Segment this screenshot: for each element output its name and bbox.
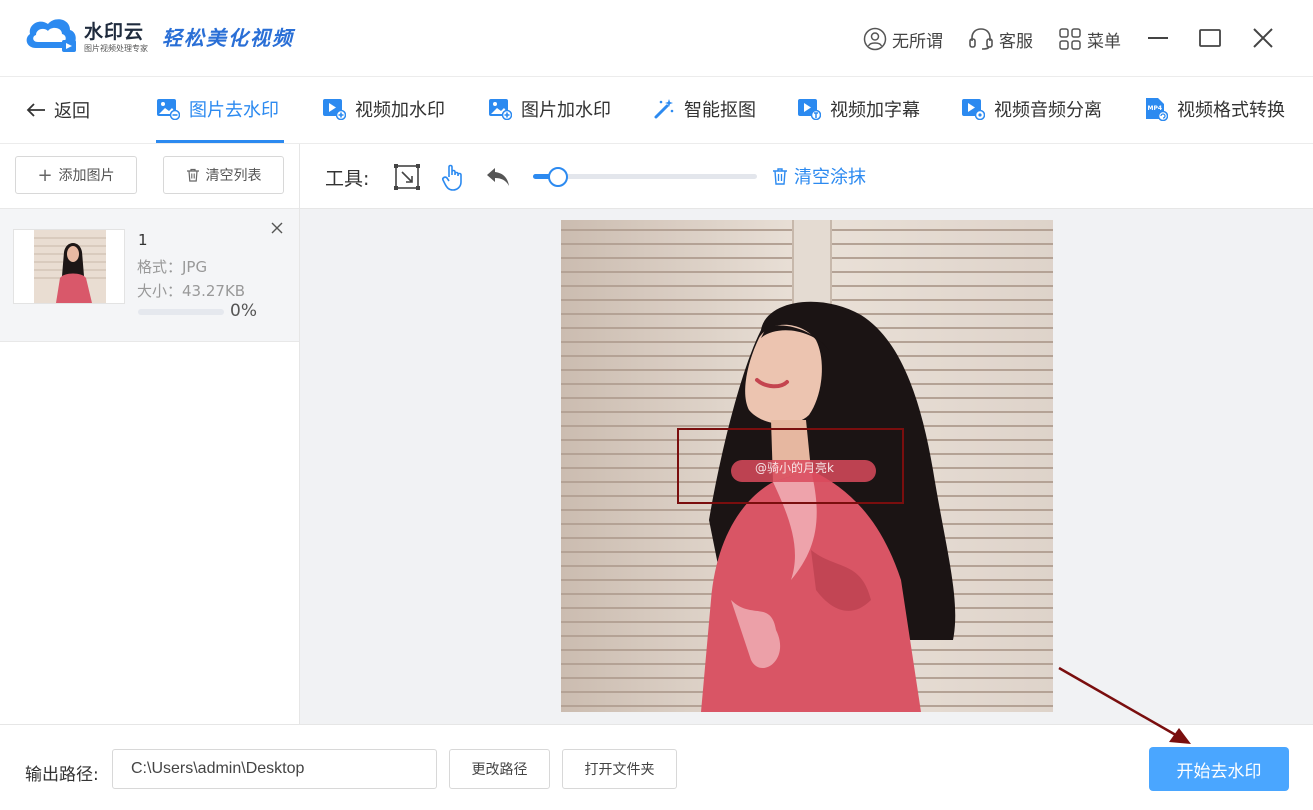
tab-image-add-watermark[interactable]: 图片加水印 (488, 96, 611, 122)
tab-smart-cutout[interactable]: 智能抠图 (653, 96, 756, 122)
tab-label: 视频加字幕 (830, 100, 920, 121)
image-remove-icon (157, 99, 180, 120)
maximize-icon (1199, 29, 1221, 47)
tab-video-add-subtitle[interactable]: 视频加字幕 (797, 96, 920, 122)
tab-video-audio-split[interactable]: 视频音频分离 (961, 96, 1102, 122)
magic-wand-icon (654, 99, 674, 119)
add-image-button[interactable]: + 添加图片 (15, 156, 137, 194)
brand-name: 水印云 (84, 21, 145, 43)
image-canvas[interactable]: @骑小的月亮k (300, 209, 1313, 724)
trash-icon (186, 168, 199, 182)
open-folder-button[interactable]: 打开文件夹 (562, 749, 677, 789)
file-thumbnail (13, 229, 125, 304)
user-icon (863, 27, 887, 51)
app-logo-icon (26, 19, 76, 52)
minimize-button[interactable] (1144, 24, 1172, 52)
minimize-icon (1148, 37, 1168, 39)
clear-list-label: 清空列表 (205, 168, 262, 184)
clear-list-button[interactable]: 清空列表 (163, 156, 284, 194)
select-region-tool[interactable] (392, 162, 422, 192)
maximize-button[interactable] (1196, 24, 1224, 52)
preview-image[interactable]: @骑小的月亮k (561, 220, 1053, 712)
tab-video-add-watermark[interactable]: 视频加水印 (322, 96, 445, 122)
start-remove-watermark-button[interactable]: 开始去水印 (1149, 747, 1289, 791)
change-path-label: 更改路径 (471, 762, 528, 778)
function-tabs: 返回 图片去水印 视频加水印 图片加水印 智能抠图 视频加字幕 视频音频分离 M… (0, 77, 1313, 144)
tab-video-format-convert[interactable]: MP4 视频格式转换 (1144, 96, 1285, 122)
mp4-convert-icon: MP4 (1146, 98, 1168, 121)
undo-icon (487, 168, 509, 186)
video-audio-split-icon (962, 99, 985, 120)
remove-file-icon[interactable] (270, 221, 284, 235)
plus-icon: + (37, 164, 53, 186)
svg-text:MP4: MP4 (1148, 105, 1163, 112)
title-bar: 水印云 图片视频处理专家 轻松美化视频 无所谓 客服 菜单 (0, 0, 1313, 77)
slider-handle[interactable] (547, 167, 568, 187)
tab-label: 视频加水印 (355, 100, 445, 121)
back-label: 返回 (54, 101, 90, 122)
service-label: 客服 (999, 31, 1033, 52)
hand-pointer-icon (442, 164, 462, 191)
edit-toolbar: 工具: 清空涂抹 (300, 144, 1313, 209)
tools-label: 工具: (325, 168, 370, 190)
watermark-selection-box[interactable] (677, 428, 904, 504)
output-path-field[interactable] (112, 749, 437, 789)
tab-label: 图片加水印 (521, 100, 611, 121)
user-account-button[interactable]: 无所谓 (863, 26, 943, 52)
grid-menu-icon (1059, 28, 1081, 50)
arrow-left-icon (26, 103, 45, 117)
file-size: 大小：43.27KB (137, 282, 246, 300)
menu-label: 菜单 (1087, 31, 1121, 52)
active-tab-indicator (156, 140, 284, 143)
file-list-panel: + 添加图片 清空列表 1 格式：JPG 大小：43.27KB 0% (0, 144, 300, 724)
start-label: 开始去水印 (1176, 761, 1262, 782)
brand-subtitle: 图片视频处理专家 (84, 44, 148, 53)
tab-label: 视频音频分离 (994, 100, 1102, 121)
annotation-arrow-icon (1058, 666, 1191, 744)
menu-button[interactable]: 菜单 (1058, 26, 1121, 52)
hand-tool[interactable] (438, 162, 468, 192)
image-add-icon (489, 99, 512, 120)
file-name: 1 (138, 231, 148, 249)
progress-text: 0% (230, 301, 257, 321)
tab-image-remove-watermark[interactable]: 图片去水印 (156, 96, 279, 122)
open-folder-label: 打开文件夹 (584, 762, 655, 778)
output-path-label: 输出路径: (25, 765, 99, 785)
brush-size-slider[interactable] (533, 167, 757, 187)
clear-paint-label: 清空涂抹 (794, 167, 866, 188)
add-image-label: 添加图片 (58, 168, 115, 184)
customer-service-button[interactable]: 客服 (968, 26, 1033, 52)
back-button[interactable]: 返回 (26, 97, 90, 123)
user-name: 无所谓 (892, 31, 943, 52)
file-format: 格式：JPG (137, 258, 208, 276)
change-path-button[interactable]: 更改路径 (449, 749, 550, 789)
trash-icon (773, 168, 787, 185)
tab-label: 视频格式转换 (1177, 100, 1285, 121)
tab-label: 图片去水印 (189, 100, 279, 121)
select-box-icon (394, 164, 420, 190)
headset-icon (969, 28, 993, 50)
undo-tool[interactable] (483, 162, 513, 192)
brand-slogan: 轻松美化视频 (162, 26, 294, 50)
video-add-icon (323, 99, 346, 120)
close-window-button[interactable] (1249, 24, 1277, 52)
tab-label: 智能抠图 (684, 100, 756, 121)
list-item[interactable]: 1 格式：JPG 大小：43.27KB 0% (0, 208, 299, 342)
progress-bar (138, 309, 224, 315)
close-icon (1253, 28, 1273, 48)
video-subtitle-icon (798, 99, 821, 120)
clear-paint-button[interactable]: 清空涂抹 (772, 163, 866, 189)
